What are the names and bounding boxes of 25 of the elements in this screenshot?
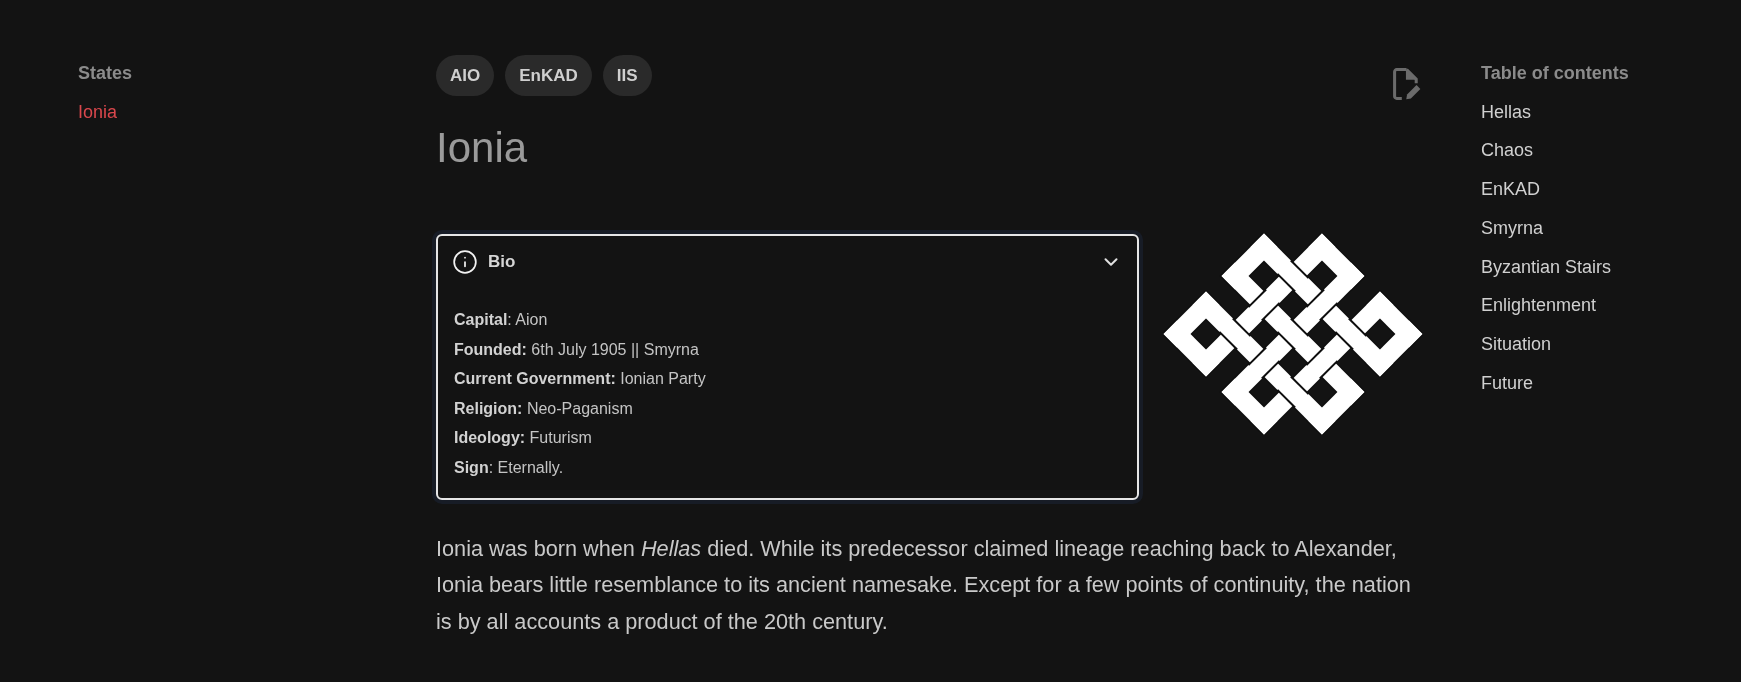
tag-chip[interactable]: IIS <box>602 55 652 96</box>
toc-link[interactable]: Enlightenment <box>1481 286 1597 325</box>
bio-field: Ideology: Futurism <box>454 423 1123 453</box>
sidebar-heading: States <box>78 62 133 85</box>
bio-field: Current Government: Ionian Party <box>454 364 1123 394</box>
bio-field: Founded: 6th July 1905 || Smyrna <box>454 334 1123 365</box>
bio-heading[interactable]: Bio <box>488 249 516 275</box>
toc-link[interactable]: Chaos <box>1481 131 1534 171</box>
sidebar-link[interactable]: Ionia <box>78 92 118 132</box>
tag-chip[interactable]: EnKAD <box>505 55 592 96</box>
toc-link[interactable]: Situation <box>1481 324 1552 364</box>
info-icon <box>452 249 478 275</box>
bio-field: Sign: Eternally. <box>454 452 1123 483</box>
toc-link[interactable]: Smyrna <box>1481 208 1543 248</box>
edit-icon[interactable] <box>1393 68 1421 100</box>
toc-link[interactable]: EnKAD <box>1481 170 1541 209</box>
toc-heading: Table of contents <box>1481 62 1629 85</box>
toc-link[interactable]: Future <box>1481 363 1534 403</box>
bio-field: Religion: Neo-Paganism <box>454 393 1123 424</box>
tag-chip[interactable]: AIO <box>436 55 495 96</box>
toc-link[interactable]: Byzantian Stairs <box>1481 247 1612 287</box>
toc-link[interactable]: Hellas <box>1481 92 1532 132</box>
bio-field: Capital: Aion <box>454 305 1123 335</box>
article-paragraph: Ionia was born when Hellas died. While its predecessor claimed lineage reaching back to Alexander, Ionia bears little resemblance to its ancient namesake. Except for a few points of continuity, the nation is by all accounts a product of the 20th century. <box>436 534 1412 636</box>
page-title: Ionia <box>436 124 528 172</box>
